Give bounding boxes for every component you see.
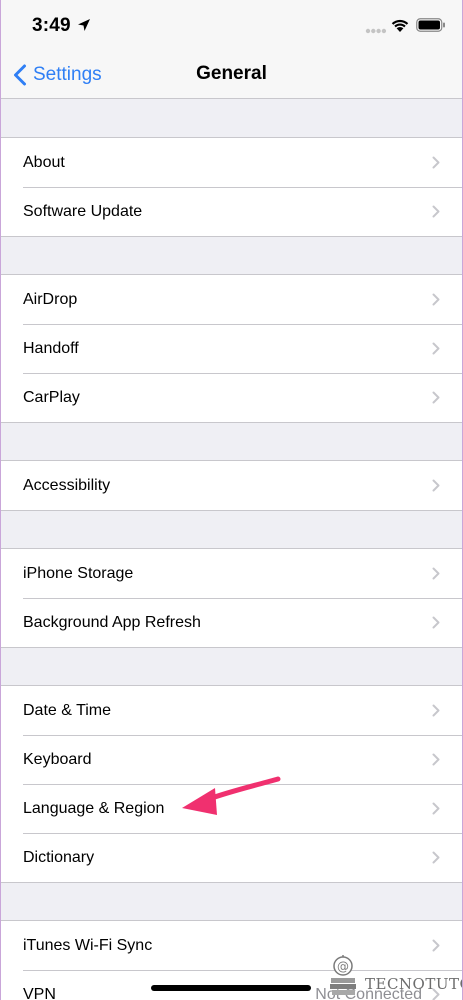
settings-group-accessibility: Accessibility bbox=[1, 460, 462, 511]
row-label: Background App Refresh bbox=[23, 614, 201, 631]
row-label: Handoff bbox=[23, 340, 79, 357]
watermark-text: TECNOTUTO bbox=[365, 975, 463, 993]
settings-row-airdrop[interactable]: AirDrop bbox=[1, 275, 462, 324]
settings-row-iphone-storage[interactable]: iPhone Storage bbox=[1, 549, 462, 598]
chevron-right-icon bbox=[432, 704, 440, 717]
chevron-right-icon bbox=[432, 391, 440, 404]
chevron-right-icon bbox=[432, 342, 440, 355]
status-time: 3:49 bbox=[32, 15, 71, 36]
settings-row-handoff[interactable]: Handoff bbox=[1, 324, 462, 373]
row-label: iPhone Storage bbox=[23, 565, 134, 582]
status-bar: 3:49 bbox=[1, 0, 462, 52]
chevron-right-icon bbox=[432, 753, 440, 766]
settings-group-storage: iPhone Storage Background App Refresh bbox=[1, 548, 462, 648]
settings-row-carplay[interactable]: CarPlay bbox=[1, 373, 462, 422]
chevron-right-icon bbox=[432, 802, 440, 815]
battery-icon bbox=[416, 18, 445, 32]
signal-icon bbox=[365, 28, 387, 34]
chevron-right-icon bbox=[432, 567, 440, 580]
navigation-bar: Settings General bbox=[1, 52, 462, 99]
watermark-logo-icon: @ bbox=[330, 955, 356, 995]
settings-row-accessibility[interactable]: Accessibility bbox=[1, 461, 462, 510]
home-indicator bbox=[151, 985, 311, 991]
watermark: @ TECNOTUTO bbox=[328, 955, 462, 1000]
settings-row-dictionary[interactable]: Dictionary bbox=[1, 833, 462, 882]
settings-group-info: About Software Update bbox=[1, 137, 462, 237]
wifi-icon bbox=[391, 19, 409, 32]
row-label: Date & Time bbox=[23, 702, 112, 719]
svg-text:@: @ bbox=[337, 960, 349, 974]
row-label: Dictionary bbox=[23, 849, 95, 866]
chevron-right-icon bbox=[432, 156, 440, 169]
row-label: Accessibility bbox=[23, 477, 111, 494]
chevron-right-icon bbox=[432, 851, 440, 864]
settings-group-connectivity: AirDrop Handoff CarPlay bbox=[1, 274, 462, 423]
annotation-arrow-icon bbox=[182, 776, 281, 815]
row-label: iTunes Wi-Fi Sync bbox=[23, 937, 153, 954]
row-label: VPN bbox=[23, 986, 56, 1000]
row-label: Keyboard bbox=[23, 751, 92, 768]
chevron-right-icon bbox=[432, 616, 440, 629]
row-label: CarPlay bbox=[23, 389, 80, 406]
chevron-right-icon bbox=[432, 939, 440, 952]
row-label: AirDrop bbox=[23, 291, 78, 308]
chevron-right-icon bbox=[432, 479, 440, 492]
settings-row-date-time[interactable]: Date & Time bbox=[1, 686, 462, 735]
settings-row-background-app-refresh[interactable]: Background App Refresh bbox=[1, 598, 462, 647]
location-arrow-icon bbox=[78, 19, 90, 31]
chevron-right-icon bbox=[432, 293, 440, 306]
row-label: About bbox=[23, 154, 65, 171]
chevron-right-icon bbox=[432, 205, 440, 218]
row-label: Language & Region bbox=[23, 800, 165, 817]
phone-screen: 3:49 Settings General About Software Upd… bbox=[0, 0, 463, 1000]
page-title: General bbox=[196, 63, 267, 84]
settings-row-software-update[interactable]: Software Update bbox=[1, 187, 462, 236]
row-label: Software Update bbox=[23, 203, 143, 220]
settings-row-about[interactable]: About bbox=[1, 138, 462, 187]
